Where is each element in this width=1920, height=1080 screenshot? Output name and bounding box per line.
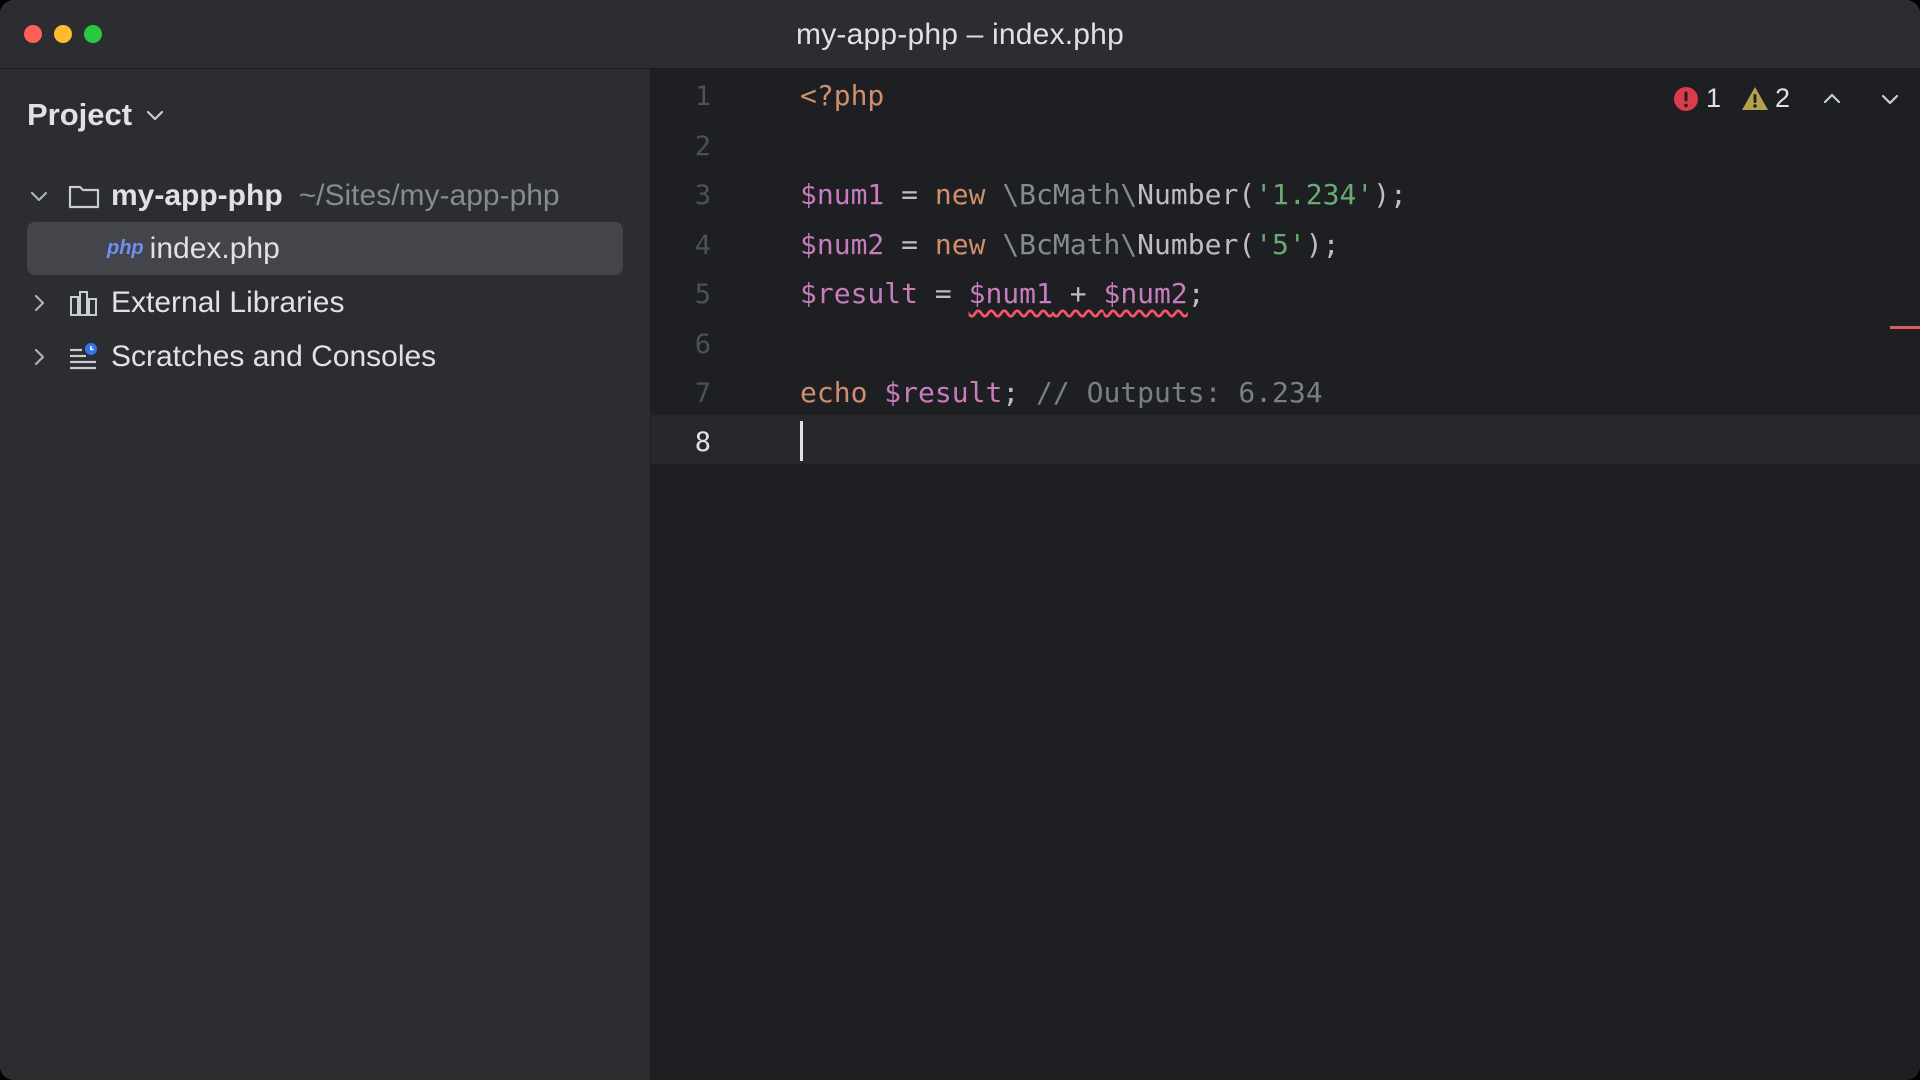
tree-item-external-libraries[interactable]: External Libraries bbox=[27, 276, 623, 329]
code-token: = bbox=[918, 277, 969, 310]
code-token: + bbox=[1052, 277, 1104, 310]
line-number: 6 bbox=[694, 329, 711, 360]
error-count[interactable]: 1 bbox=[1672, 83, 1721, 114]
chevron-right-icon[interactable] bbox=[27, 291, 51, 315]
current-line-highlight bbox=[651, 415, 1920, 464]
line-number: 3 bbox=[694, 180, 711, 211]
warning-icon bbox=[1741, 86, 1768, 110]
code-token: Number( bbox=[1137, 178, 1256, 211]
chevron-right-icon[interactable] bbox=[27, 345, 51, 369]
code-line-7: echo $result; // Outputs: 6.234 bbox=[800, 376, 1323, 409]
code-token: ; bbox=[1002, 376, 1037, 409]
title-bar: my-app-php – index.php bbox=[0, 0, 1920, 69]
folder-icon bbox=[67, 179, 101, 213]
php-open-tag: <?php bbox=[800, 79, 885, 112]
code-token: = bbox=[884, 178, 935, 211]
code-token: $num2 bbox=[800, 228, 885, 261]
line-number: 1 bbox=[694, 81, 711, 112]
previous-highlight-icon[interactable] bbox=[1820, 87, 1844, 111]
code-token: new bbox=[934, 178, 986, 211]
error-count-label: 1 bbox=[1705, 83, 1721, 113]
chevron-down-icon bbox=[147, 110, 164, 121]
inspection-widget[interactable]: 1 2 bbox=[1672, 83, 1902, 114]
code-line-3: $num1 = new \BcMath\Number('1.234'); bbox=[800, 178, 1407, 211]
code-comment: // Outputs: 6.234 bbox=[1036, 376, 1323, 409]
code-token: $result bbox=[800, 277, 919, 310]
project-view-selector[interactable]: Project bbox=[27, 97, 166, 133]
code-line-5: $result = $num1 + $num2; bbox=[800, 277, 1205, 310]
php-file-icon: php bbox=[107, 237, 144, 259]
code-token: new bbox=[934, 228, 986, 261]
code-token: $num1 bbox=[968, 277, 1053, 310]
code-line-4: $num2 = new \BcMath\Number('5'); bbox=[800, 228, 1339, 261]
line-number: 7 bbox=[694, 378, 711, 409]
error-highlight[interactable]: $num1 + $num2 bbox=[969, 277, 1188, 310]
tree-item-label: my-app-php bbox=[111, 178, 283, 212]
tree-item-project-root[interactable]: my-app-php ~/Sites/my-app-php bbox=[27, 169, 623, 222]
next-highlight-icon[interactable] bbox=[1878, 87, 1902, 111]
tree-item-scratches[interactable]: Scratches and Consoles bbox=[27, 330, 623, 383]
project-panel: Project my-app-php ~/Sites/my-app-php ph… bbox=[0, 69, 651, 1080]
error-icon bbox=[1673, 86, 1698, 111]
code-token: ); bbox=[1305, 228, 1340, 261]
project-header-label: Project bbox=[27, 97, 133, 132]
tree-item-index-php[interactable]: php index.php bbox=[27, 222, 623, 275]
code-token: $result bbox=[884, 376, 1003, 409]
ide-window: my-app-php – index.php Project my-app-ph… bbox=[0, 0, 1920, 1080]
library-icon bbox=[67, 286, 101, 320]
code-token: \BcMath\ bbox=[1002, 228, 1138, 261]
line-number: 4 bbox=[694, 230, 711, 261]
tree-item-label: index.php bbox=[149, 231, 280, 265]
warning-count[interactable]: 2 bbox=[1741, 83, 1790, 114]
tree-item-label: Scratches and Consoles bbox=[111, 339, 437, 373]
tree-item-label: External Libraries bbox=[111, 285, 345, 319]
scratches-icon bbox=[67, 340, 101, 374]
text-cursor bbox=[800, 421, 803, 461]
code-token: '1.234' bbox=[1255, 178, 1374, 211]
line-number-current: 8 bbox=[694, 427, 711, 458]
code-token: $num1 bbox=[800, 178, 885, 211]
chevron-down-icon[interactable] bbox=[27, 184, 51, 208]
code-token: echo bbox=[800, 376, 868, 409]
line-number: 5 bbox=[694, 279, 711, 310]
code-token: '5' bbox=[1255, 228, 1306, 261]
code-line-1: <?php bbox=[800, 79, 884, 112]
window-title: my-app-php – index.php bbox=[796, 18, 1124, 51]
tree-item-path: ~/Sites/my-app-php bbox=[298, 178, 560, 212]
warning-count-label: 2 bbox=[1774, 83, 1790, 113]
error-stripe-marker[interactable] bbox=[1890, 326, 1920, 329]
code-editor[interactable]: 1 2 3 4 5 6 7 8 <?php $num1 = new \BcMat… bbox=[651, 69, 1920, 1080]
code-token: ; bbox=[1187, 277, 1205, 310]
code-token: $num2 bbox=[1103, 277, 1188, 310]
line-number: 2 bbox=[694, 131, 711, 162]
code-token: = bbox=[884, 228, 935, 261]
code-token: \BcMath\ bbox=[1002, 178, 1138, 211]
code-token: ); bbox=[1373, 178, 1407, 211]
code-token: Number( bbox=[1137, 228, 1256, 261]
